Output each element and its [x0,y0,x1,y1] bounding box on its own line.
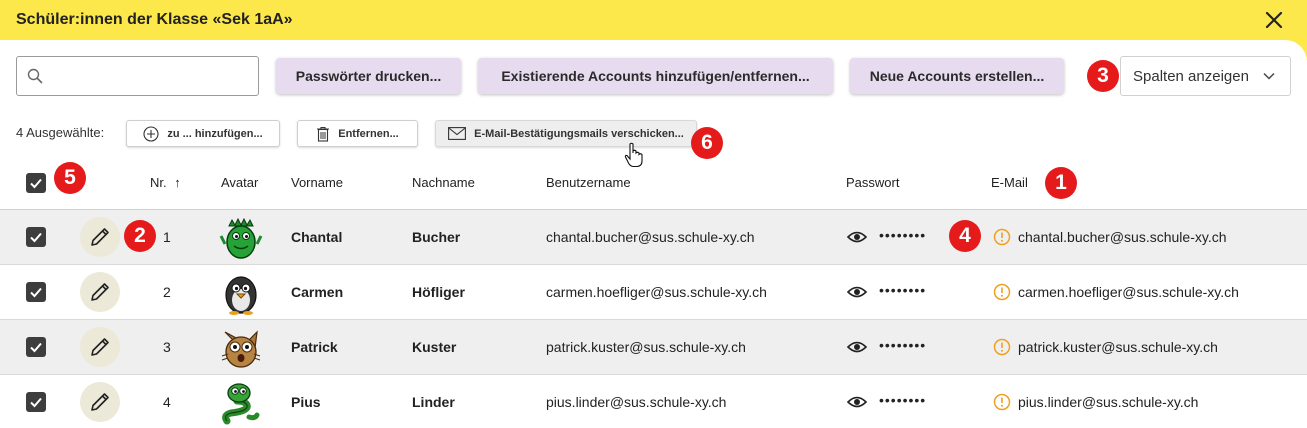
dialog-panel: Passwörter drucken... Existierende Accou… [0,40,1307,428]
eye-icon[interactable] [847,229,867,245]
table-row: 3 Patrick Kuster patrick.kuster@sus.schu… [0,320,1307,375]
last-name: Linder [412,394,455,410]
row-number: 2 [163,284,171,300]
last-name: Bucher [412,229,461,245]
check-icon [30,232,42,243]
email: carmen.hoefliger@sus.schule-xy.ch [1018,284,1239,300]
annotation-badge-4: 4 [949,220,981,252]
edit-button[interactable] [80,272,120,312]
password-masked: •••••••• [879,282,927,298]
column-header-lastname[interactable]: Nachname [412,175,475,190]
pencil-icon [91,228,109,246]
print-passwords-button[interactable]: Passwörter drucken... [276,58,461,94]
row-checkbox[interactable] [26,337,46,357]
column-header-nr-label: Nr. [150,175,167,190]
column-header-firstname[interactable]: Vorname [291,175,343,190]
search-input[interactable] [51,61,258,91]
green-snake-avatar-icon [222,383,260,425]
eye-icon[interactable] [847,339,867,355]
warning-icon [993,283,1011,301]
row-number: 1 [163,229,171,245]
plus-circle-icon [143,125,159,142]
columns-select-label: Spalten anzeigen [1133,67,1249,85]
column-header-password[interactable]: Passwort [846,175,899,190]
sort-ascending-icon: ↑ [174,175,181,190]
table-row: 2 Carmen Höfliger carmen.hoefliger@sus.s… [0,265,1307,320]
row-number: 4 [163,394,171,410]
chevron-down-icon [1263,72,1275,80]
email: patrick.kuster@sus.schule-xy.ch [1018,339,1218,355]
annotation-badge-1: 1 [1045,167,1077,199]
selection-count: 4 Ausgewählte: [16,125,105,140]
username: carmen.hoefliger@sus.schule-xy.ch [546,284,767,300]
pencil-icon [91,393,109,411]
first-name: Chantal [291,229,343,245]
column-header-nr[interactable]: Nr. ↑ [150,175,181,190]
check-icon [30,287,42,298]
send-mails-label: E-Mail-Bestätigungsmails verschicken... [474,127,684,140]
column-header-email[interactable]: E-Mail [991,175,1028,190]
new-accounts-button[interactable]: Neue Accounts erstellen... [850,58,1064,94]
select-all-checkbox[interactable] [26,173,46,193]
annotation-badge-5: 5 [54,162,86,194]
last-name: Höfliger [412,284,465,300]
annotation-badge-3: 3 [1087,60,1119,92]
owl-cat-avatar-icon [221,330,261,368]
password-masked: •••••••• [879,392,927,408]
send-confirmation-mails-button[interactable]: E-Mail-Bestätigungsmails verschicken... [435,120,697,147]
last-name: Kuster [412,339,457,355]
eye-icon[interactable] [847,394,867,410]
column-header-avatar: Avatar [221,175,259,190]
check-icon [30,342,42,353]
annotation-badge-6: 6 [691,127,723,159]
table-row: 4 Pius Linder pius.linder@sus.schule-xy.… [0,375,1307,428]
close-icon [1265,11,1283,29]
username: chantal.bucher@sus.schule-xy.ch [546,229,755,245]
add-to-button[interactable]: zu ... hinzufügen... [126,120,280,147]
annotation-badge-2: 2 [124,220,156,252]
mail-icon [448,127,467,140]
eye-icon[interactable] [847,284,867,300]
pencil-icon [91,338,109,356]
password-masked: •••••••• [879,337,927,353]
title-bar: Schüler:innen der Klasse «Sek 1aA» [0,0,1307,40]
edit-button[interactable] [80,327,120,367]
edit-button[interactable] [80,382,120,422]
check-icon [30,178,42,189]
hand-cursor-icon [624,142,643,168]
email: pius.linder@sus.schule-xy.ch [1018,394,1199,410]
username: pius.linder@sus.schule-xy.ch [546,394,727,410]
check-icon [30,397,42,408]
warning-icon [993,338,1011,356]
pencil-icon [91,283,109,301]
column-header-username[interactable]: Benutzername [546,175,631,190]
first-name: Pius [291,394,321,410]
edit-button[interactable] [80,217,120,257]
trash-icon [317,126,330,142]
table-row: 1 Chantal Bucher chantal.bucher@sus.schu… [0,210,1307,265]
row-checkbox[interactable] [26,282,46,302]
remove-label: Entfernen... [338,127,399,140]
dialog-title: Schüler:innen der Klasse «Sek 1aA» [16,11,293,28]
row-checkbox[interactable] [26,392,46,412]
penguin-avatar-icon [225,276,257,315]
warning-icon [993,228,1011,246]
add-to-label: zu ... hinzufügen... [167,127,263,140]
row-checkbox[interactable] [26,227,46,247]
username: patrick.kuster@sus.schule-xy.ch [546,339,746,355]
warning-icon [993,393,1011,411]
remove-button[interactable]: Entfernen... [297,120,418,147]
first-name: Patrick [291,339,338,355]
add-remove-accounts-button[interactable]: Existierende Accounts hinzufügen/entfern… [478,58,833,94]
green-dragon-avatar-icon [219,217,263,259]
email: chantal.bucher@sus.schule-xy.ch [1018,229,1227,245]
row-number: 3 [163,339,171,355]
close-button[interactable] [1262,8,1286,32]
search-field[interactable] [16,56,259,96]
columns-select[interactable]: Spalten anzeigen [1120,56,1291,96]
first-name: Carmen [291,284,344,300]
search-icon [27,68,43,84]
password-masked: •••••••• [879,227,927,243]
